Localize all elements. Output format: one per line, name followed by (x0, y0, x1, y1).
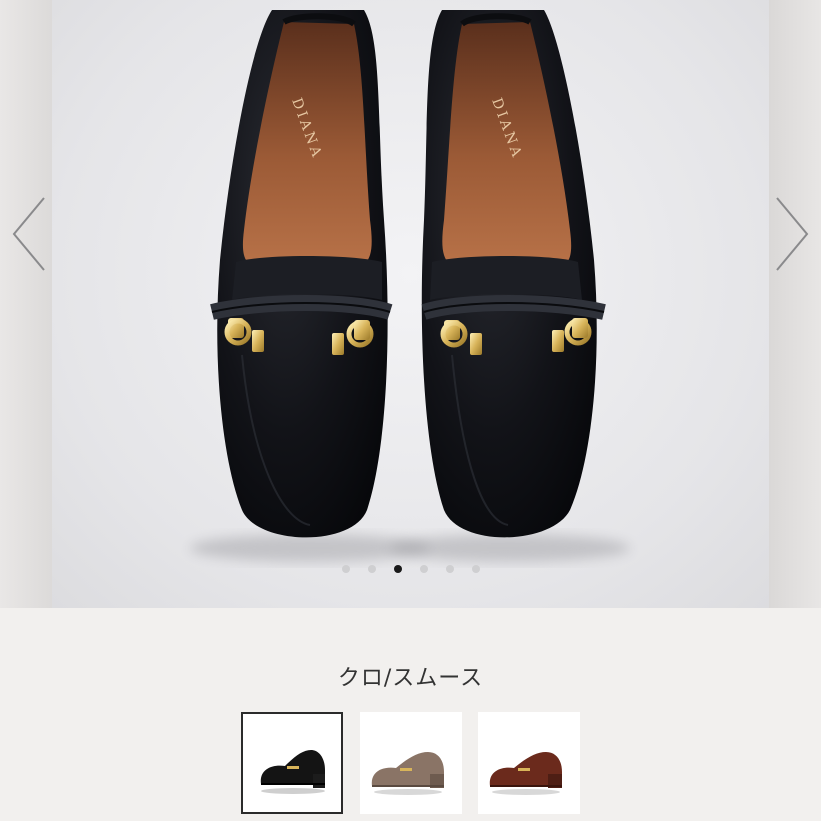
slide-indicator (0, 565, 821, 573)
product-image-gallery[interactable]: DIANA DIANA (0, 0, 821, 608)
slide-dot-3-active[interactable] (393, 565, 402, 573)
slide-dot-2[interactable] (367, 565, 376, 573)
taupe-loafer-thumbnail (371, 752, 444, 795)
color-swatch-taupe[interactable] (360, 712, 462, 814)
color-swatch-brown[interactable] (478, 712, 580, 814)
next-slide-peek (769, 0, 821, 608)
next-slide-button[interactable] (771, 196, 811, 272)
brown-loafer-thumbnail (489, 752, 562, 795)
color-swatch-black[interactable] (241, 712, 343, 814)
chevron-right-icon (776, 197, 809, 271)
previous-slide-peek (0, 0, 52, 608)
product-page: DIANA DIANA クロ/スムース (0, 0, 821, 821)
slide-dot-4[interactable] (419, 565, 428, 573)
loafer-pair-image: DIANA DIANA (190, 10, 630, 562)
slide-dot-6[interactable] (471, 565, 480, 573)
slide-dot-1[interactable] (341, 565, 350, 573)
product-image[interactable]: DIANA DIANA (52, 0, 769, 608)
selected-color-name: クロ/スムース (337, 666, 484, 691)
right-shoe: DIANA (421, 10, 606, 538)
chevron-left-icon (12, 197, 45, 271)
color-swatch-list (0, 712, 821, 814)
black-loafer-thumbnail (260, 750, 325, 794)
left-shoe: DIANA (210, 10, 393, 538)
previous-slide-button[interactable] (10, 196, 50, 272)
slide-dot-5[interactable] (445, 565, 454, 573)
